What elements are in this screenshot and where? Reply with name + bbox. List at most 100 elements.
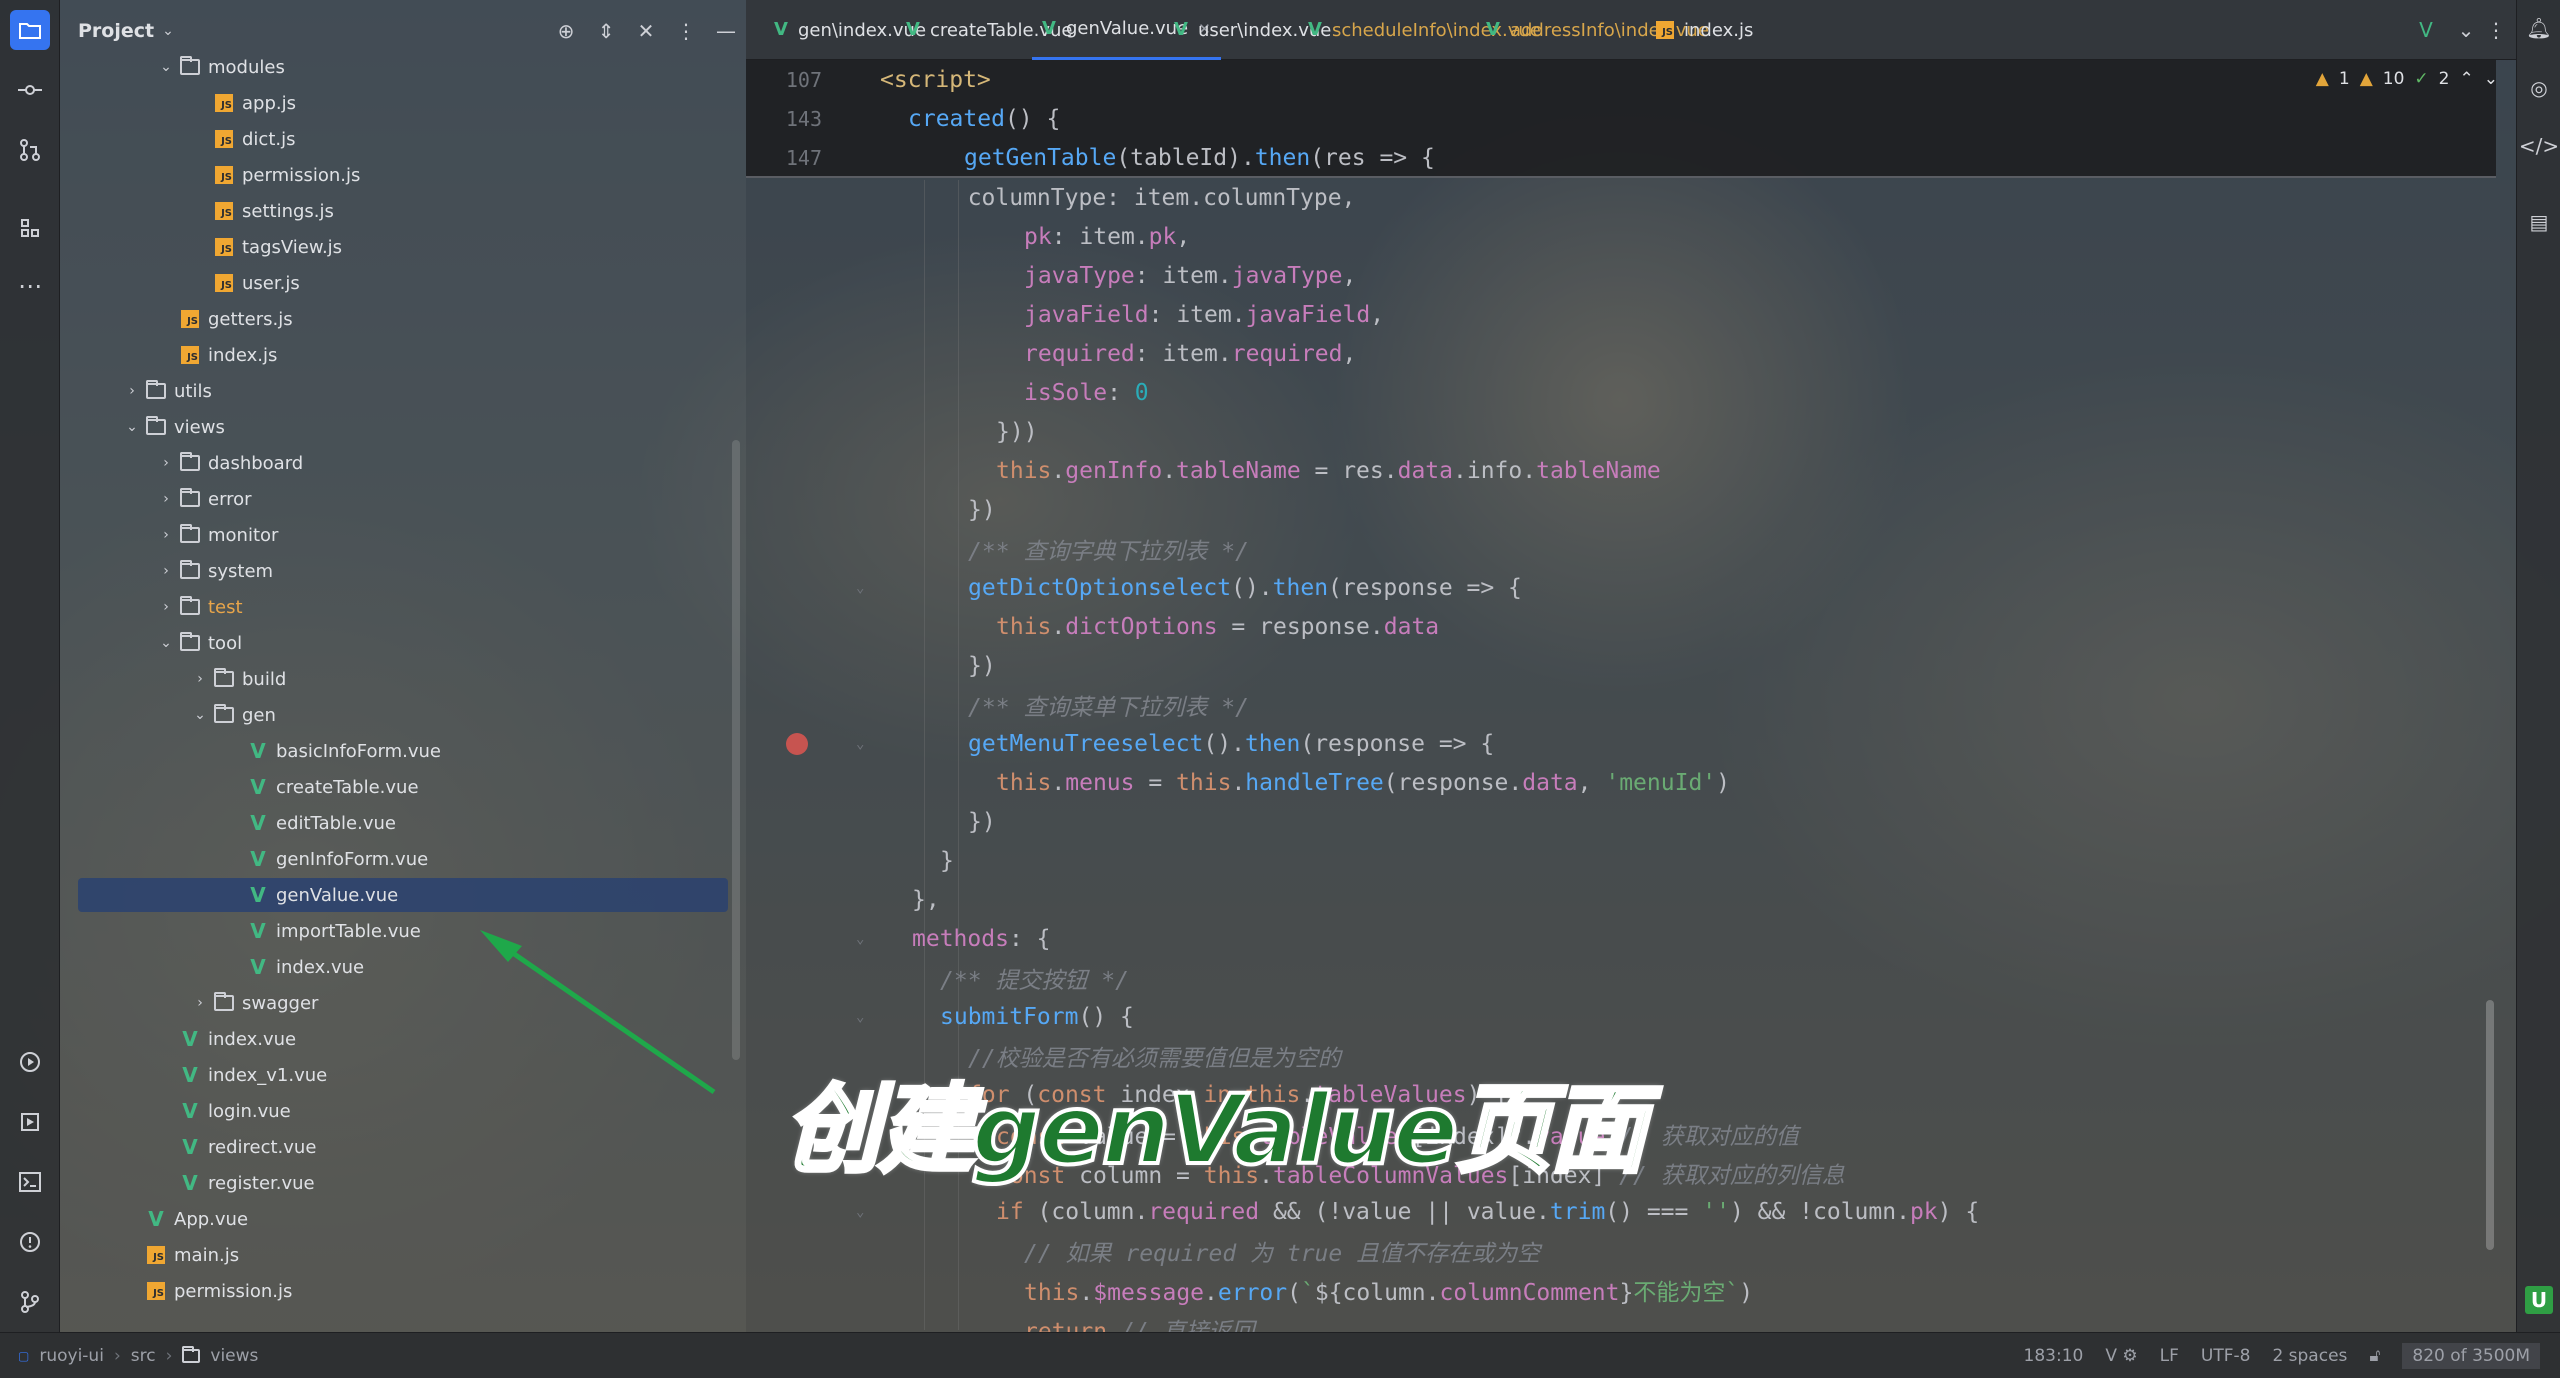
database-icon[interactable]: ▤: [2523, 206, 2555, 238]
tree-item[interactable]: JS main.js: [78, 1238, 728, 1272]
tree-item[interactable]: ⌄ tool: [78, 626, 728, 660]
tree-item[interactable]: Vindex.vue: [78, 950, 728, 984]
tree-item[interactable]: Vindex_v1.vue: [78, 1058, 728, 1092]
memory-indicator[interactable]: 820 of 3500M: [2402, 1342, 2540, 1369]
tree-item[interactable]: JS getters.js: [78, 302, 728, 336]
lock-icon[interactable]: 🔓︎: [2369, 1346, 2380, 1366]
tree-item[interactable]: › test: [78, 590, 728, 624]
tree-item[interactable]: › dashboard: [78, 446, 728, 480]
chevron-down-icon[interactable]: ⌄: [152, 635, 180, 651]
js-file-icon: JS: [180, 345, 200, 365]
editor-scrollbar[interactable]: [2486, 1000, 2494, 1250]
tree-item[interactable]: ⌄ views: [78, 410, 728, 444]
tree-item[interactable]: V App.vue: [78, 1202, 728, 1236]
hide-panel-icon[interactable]: —: [706, 19, 746, 43]
breadcrumb-item[interactable]: src: [131, 1346, 156, 1366]
tree-item[interactable]: JS index.js: [78, 338, 728, 372]
chevron-down-icon[interactable]: ⌄: [186, 707, 214, 723]
services-icon[interactable]: [10, 1042, 50, 1082]
code-icon[interactable]: </>: [2519, 130, 2559, 162]
vue-file-icon: V: [182, 1135, 198, 1159]
tree-item[interactable]: VeditTable.vue: [78, 806, 728, 840]
tree-item[interactable]: JS user.js: [78, 266, 728, 300]
tree-item[interactable]: VcreateTable.vue: [78, 770, 728, 804]
prev-highlight-icon[interactable]: ⌃: [2460, 69, 2474, 89]
plugin-badge-icon[interactable]: U: [2525, 1286, 2553, 1314]
problems-icon[interactable]: [10, 1222, 50, 1262]
tabs-more-icon[interactable]: ⋮: [2476, 0, 2516, 60]
tree-item[interactable]: JS permission.js: [78, 158, 728, 192]
tree-item[interactable]: ⌄ modules: [78, 50, 728, 84]
tree-item-label: test: [208, 596, 243, 618]
chevron-down-icon[interactable]: ⌄: [118, 419, 146, 435]
project-folder-icon[interactable]: [10, 10, 50, 50]
chevron-right-icon: ›: [165, 1345, 173, 1366]
inspection-widget[interactable]: ▲ 1 ▲ 10 ✓ 2 ⌃ ⌄: [2316, 64, 2498, 94]
tree-item[interactable]: JS dict.js: [78, 122, 728, 156]
tree-item[interactable]: JS settings.js: [78, 194, 728, 228]
tree-item[interactable]: Vindex.vue: [78, 1022, 728, 1056]
chevron-right-icon[interactable]: ›: [186, 671, 214, 687]
git-icon[interactable]: [10, 1282, 50, 1322]
vue-file-icon: V: [182, 1027, 198, 1051]
tree-item[interactable]: VgenInfoForm.vue: [78, 842, 728, 876]
project-panel: Project ⌄ ⊕ ⇕ ✕ ⋮ — ⌄ modules JS app.js JS di…: [60, 0, 746, 1332]
run-icon[interactable]: [10, 1102, 50, 1142]
chevron-right-icon[interactable]: ›: [152, 563, 180, 579]
tree-item[interactable]: VimportTable.vue: [78, 914, 728, 948]
tree-item[interactable]: JS permission.js: [78, 1274, 728, 1308]
vue-version-icon[interactable]: V ⚙: [2105, 1346, 2137, 1366]
tree-item-label: tool: [208, 632, 243, 654]
line-ending[interactable]: LF: [2160, 1346, 2179, 1366]
chevron-right-icon[interactable]: ›: [152, 455, 180, 471]
tree-item[interactable]: Vlogin.vue: [78, 1094, 728, 1128]
tree-item[interactable]: JS tagsView.js: [78, 230, 728, 264]
locate-file-icon[interactable]: ⊕: [546, 19, 586, 43]
tree-item[interactable]: › system: [78, 554, 728, 588]
chevron-down-icon[interactable]: ⌄: [162, 23, 174, 39]
indent-setting[interactable]: 2 spaces: [2272, 1346, 2347, 1366]
more-tools-icon[interactable]: ⋯: [10, 266, 50, 306]
tree-item[interactable]: JS app.js: [78, 86, 728, 120]
editor-tab[interactable]: JS index.js: [1646, 0, 1763, 60]
tree-item-label: index.js: [208, 344, 278, 366]
breadcrumb-item[interactable]: views: [210, 1346, 258, 1366]
tree-item[interactable]: VbasicInfoForm.vue: [78, 734, 728, 768]
tree-item[interactable]: Vregister.vue: [78, 1166, 728, 1200]
options-menu-icon[interactable]: ⋮: [666, 19, 706, 43]
status-right-widgets: 183:10 V ⚙ LF UTF-8 2 spaces 🔓︎ 820 of 3…: [2024, 1342, 2540, 1369]
chevron-right-icon[interactable]: ›: [118, 383, 146, 399]
tree-item[interactable]: Vredirect.vue: [78, 1130, 728, 1164]
structure-icon[interactable]: [10, 208, 50, 248]
expand-all-icon[interactable]: ⇕: [586, 19, 626, 43]
chevron-right-icon[interactable]: ›: [186, 995, 214, 1011]
tree-item-label: App.vue: [174, 1208, 249, 1230]
chevron-right-icon[interactable]: ›: [152, 491, 180, 507]
tree-item[interactable]: VgenValue.vue: [78, 878, 728, 912]
tree-item[interactable]: › error: [78, 482, 728, 516]
breadcrumb-item[interactable]: ruoyi-ui: [39, 1346, 104, 1366]
project-scrollbar[interactable]: [732, 440, 740, 1060]
notifications-icon[interactable]: 🔔︎: [2523, 12, 2555, 44]
commit-icon[interactable]: [10, 70, 50, 110]
pull-requests-icon[interactable]: [10, 130, 50, 170]
caret-position[interactable]: 183:10: [2024, 1346, 2084, 1366]
project-panel-title[interactable]: Project: [78, 20, 154, 42]
tree-item[interactable]: ⌄ gen: [78, 698, 728, 732]
chevron-right-icon[interactable]: ›: [152, 599, 180, 615]
tree-item-label: genInfoForm.vue: [276, 848, 429, 870]
left-tool-window-bar: ⋯: [0, 0, 60, 1332]
file-encoding[interactable]: UTF-8: [2201, 1346, 2251, 1366]
next-highlight-icon[interactable]: ⌄: [2484, 69, 2498, 89]
breakpoint-icon[interactable]: [786, 732, 808, 755]
chevron-right-icon[interactable]: ›: [152, 527, 180, 543]
terminal-icon[interactable]: [10, 1162, 50, 1202]
tree-item[interactable]: › utils: [78, 374, 728, 408]
collapse-all-icon[interactable]: ✕: [626, 19, 666, 43]
tree-item[interactable]: › monitor: [78, 518, 728, 552]
ai-assistant-icon[interactable]: ◎: [2523, 72, 2555, 104]
vue-file-icon: V: [250, 847, 266, 871]
tree-item[interactable]: › swagger: [78, 986, 728, 1020]
tree-item[interactable]: › build: [78, 662, 728, 696]
chevron-down-icon[interactable]: ⌄: [152, 59, 180, 75]
